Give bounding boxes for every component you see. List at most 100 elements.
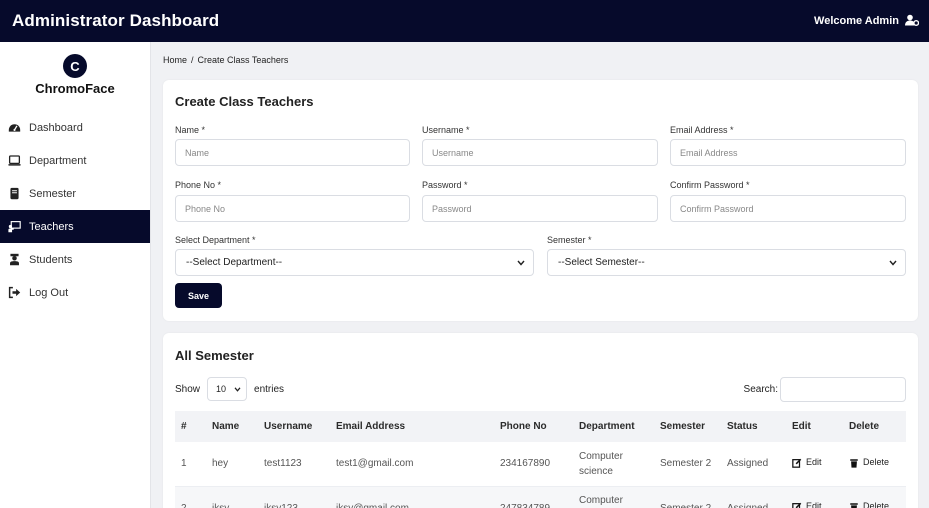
sidebar-item-semester[interactable]: Semester: [0, 177, 150, 210]
cell-status: Assigned: [727, 458, 769, 470]
sidebar-item-label: Teachers: [29, 220, 74, 233]
column-header[interactable]: Delete: [843, 411, 906, 442]
breadcrumb-current: Create Class Teachers: [197, 55, 289, 65]
dashboard-icon: [8, 124, 21, 132]
sidebar-item-label: Semester: [29, 187, 77, 200]
cell-department: Computer science: [579, 450, 623, 477]
username-label: Username *: [422, 125, 470, 135]
show-label: Show: [175, 383, 201, 395]
column-header[interactable]: Department: [573, 411, 654, 442]
logout-icon: [8, 286, 21, 299]
sidebar-item-students[interactable]: Students: [0, 243, 150, 276]
cell-phone: 247834789: [500, 502, 551, 508]
cell-username: test1123: [264, 458, 302, 470]
breadcrumb: Home / Create Class Teachers: [163, 55, 288, 65]
teachers-table: # Name Username Email Address Phone No D…: [175, 411, 906, 508]
cell-email: test1@gmail.com: [336, 458, 414, 470]
cell-department: Computer science: [579, 495, 623, 506]
teachers-list-card: All Semester Show 10 entries Search: # N…: [163, 333, 918, 508]
sidebar-item-department[interactable]: Department: [0, 144, 150, 177]
edit-label: Edit: [806, 501, 822, 508]
name-input[interactable]: Name: [175, 139, 410, 166]
department-label: Select Department *: [175, 235, 256, 245]
cell-username: jksy123: [264, 502, 298, 508]
entries-select-value: 10: [216, 384, 227, 394]
sidebar-item-label: Department: [29, 154, 87, 167]
column-header[interactable]: Email Address: [330, 411, 494, 442]
chalkboard-teacher-icon: [8, 221, 21, 233]
delete-label: Delete: [863, 501, 890, 508]
chevron-down-icon: [889, 260, 897, 266]
password-label: Password *: [422, 180, 468, 190]
column-header[interactable]: #: [175, 411, 206, 442]
column-header[interactable]: Username: [258, 411, 330, 442]
department-select[interactable]: --Select Department--: [175, 249, 534, 276]
book-icon: [10, 187, 19, 200]
chevron-down-icon: [517, 260, 525, 266]
column-header[interactable]: Name: [206, 411, 258, 442]
breadcrumb-home[interactable]: Home: [163, 55, 187, 65]
edit-label: Edit: [806, 457, 822, 467]
confirm-password-input[interactable]: Confirm Password: [670, 195, 906, 222]
search-input[interactable]: [780, 377, 906, 402]
save-button[interactable]: Save: [175, 283, 222, 308]
form-title: Create Class Teachers: [175, 94, 314, 109]
brand-name: ChromoFace: [35, 81, 115, 96]
cell-num: 1: [181, 458, 187, 470]
column-header[interactable]: Edit: [786, 411, 843, 442]
cell-name: jksy: [212, 502, 230, 508]
phone-label: Phone No *: [175, 180, 222, 190]
sidebar-item-dashboard[interactable]: Dashboard: [0, 111, 150, 144]
email-input[interactable]: Email Address: [670, 139, 906, 166]
entries-select[interactable]: 10: [207, 377, 248, 401]
search-label: Search:: [743, 384, 778, 395]
cell-num: 2: [181, 502, 187, 508]
column-header[interactable]: Status: [721, 411, 786, 442]
student-icon: [10, 253, 19, 266]
delete-label: Delete: [863, 457, 890, 467]
list-title: All Semester: [175, 348, 254, 363]
phone-input[interactable]: Phone No: [175, 195, 410, 222]
cell-semester: Semester 2: [660, 458, 712, 470]
delete-button[interactable]: Delete: [849, 455, 889, 470]
logo-icon: C: [63, 54, 87, 78]
create-teacher-card: Create Class Teachers Name * Name Userna…: [163, 80, 918, 321]
cell-semester: Semester 2: [660, 502, 712, 508]
sidebar-item-label: Log Out: [29, 286, 69, 299]
semester-select[interactable]: --Select Semester--: [547, 249, 906, 276]
edit-icon: [792, 458, 802, 468]
column-header[interactable]: Phone No: [494, 411, 573, 442]
chevron-down-icon: [234, 386, 241, 392]
delete-button[interactable]: Delete: [849, 499, 889, 508]
username-input[interactable]: Username: [422, 139, 658, 166]
user-menu[interactable]: Welcome Admin: [814, 14, 920, 29]
sidebar-item-logout[interactable]: Log Out: [0, 276, 150, 309]
trash-icon: [850, 458, 858, 468]
name-label: Name *: [175, 125, 206, 135]
entries-control: Show 10 entries: [175, 377, 284, 401]
password-input[interactable]: Password: [422, 195, 658, 222]
department-select-value: --Select Department--: [186, 257, 283, 268]
edit-button[interactable]: Edit: [792, 455, 822, 470]
sidebar-item-teachers[interactable]: Teachers: [0, 210, 150, 243]
app-title: Administrator Dashboard: [12, 11, 220, 30]
user-gear-icon: [905, 14, 920, 29]
entries-label: entries: [254, 383, 285, 395]
table-row: 1 hey test1123 test1@gmail.com 234167890…: [175, 442, 906, 486]
edit-button[interactable]: Edit: [792, 499, 822, 508]
column-header[interactable]: Semester: [654, 411, 721, 442]
edit-icon: [792, 502, 802, 508]
breadcrumb-separator: /: [191, 55, 194, 65]
sidebar-item-label: Students: [29, 253, 73, 266]
cell-status: Assigned: [727, 502, 769, 508]
semester-label: Semester *: [547, 235, 592, 245]
sidebar: C ChromoFace Dashboard Department Semest…: [0, 42, 151, 508]
table-row: 2 jksy jksy123 jksy@gmail.com 247834789 …: [175, 486, 906, 508]
top-bar: Administrator Dashboard Welcome Admin: [0, 0, 929, 42]
table-header-row: # Name Username Email Address Phone No D…: [175, 411, 906, 442]
search-control: Search:: [744, 377, 906, 402]
brand[interactable]: C ChromoFace: [0, 42, 150, 104]
sidebar-item-label: Dashboard: [29, 121, 83, 134]
trash-icon: [850, 503, 858, 508]
sidebar-nav: Dashboard Department Semester Teachers S…: [0, 111, 150, 309]
